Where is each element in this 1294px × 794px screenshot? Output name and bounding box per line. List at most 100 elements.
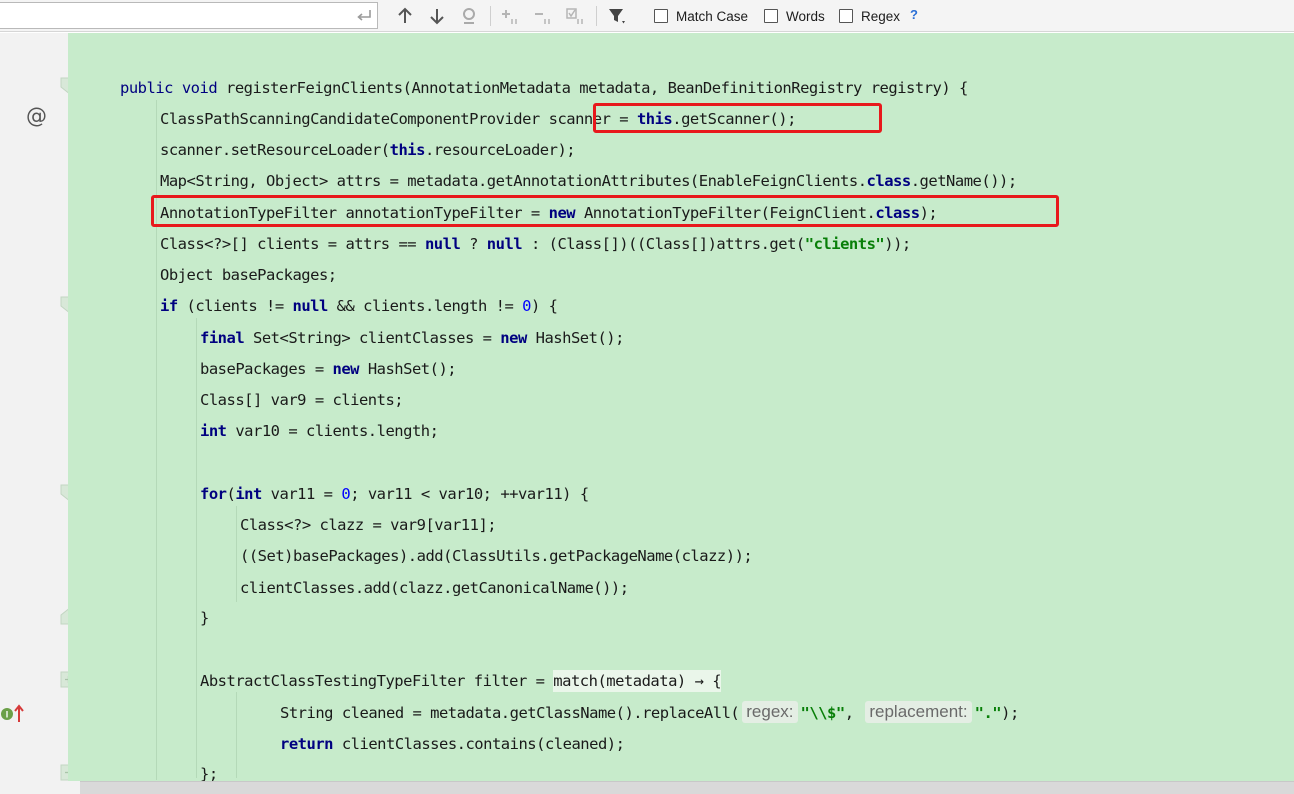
code-token: Map<String, Object> attrs = metadata.get… — [160, 172, 867, 190]
filter-icon[interactable] — [607, 6, 627, 26]
code-token: (clients != — [177, 297, 293, 315]
regex-help-link[interactable]: ? — [910, 7, 918, 22]
code-line[interactable]: int var10 = clients.length; — [200, 418, 439, 444]
select-all-occurrences-icon[interactable] — [565, 6, 585, 26]
code-line[interactable]: } — [200, 605, 209, 631]
code-token: )); — [884, 235, 911, 253]
code-token: void — [181, 79, 218, 97]
code-line[interactable]: ((Set)basePackages).add(ClassUtils.getPa… — [240, 543, 753, 569]
code-token: null — [424, 235, 461, 253]
code-line[interactable]: Class[] var9 = clients; — [200, 387, 404, 413]
code-token: ? — [460, 235, 487, 253]
words-checkbox[interactable] — [764, 9, 778, 23]
scroll-corner — [0, 781, 80, 794]
code-token: match(metadata) → { — [553, 670, 722, 692]
code-token: if — [160, 297, 178, 315]
code-token: new — [500, 329, 527, 347]
find-toolbar: Match Case Words Regex ? — [0, 0, 1294, 32]
code-token: ) { — [530, 297, 558, 315]
horizontal-scrollbar[interactable] — [80, 781, 1294, 794]
parameter-hint: regex: — [742, 701, 798, 723]
code-line[interactable]: Map<String, Object> attrs = metadata.get… — [160, 168, 1017, 194]
code-token: var11 = — [261, 485, 342, 503]
code-line[interactable]: basePackages = new HashSet(); — [200, 356, 457, 382]
code-line[interactable]: final Set<String> clientClasses = new Ha… — [200, 325, 624, 351]
code-token: .getName()); — [910, 172, 1017, 190]
match-case-checkbox[interactable] — [654, 9, 668, 23]
code-token: HashSet(); — [526, 329, 625, 347]
code-token: && clients.length != — [327, 297, 523, 315]
match-case-label: Match Case — [676, 8, 749, 24]
code-line[interactable]: Class<?>[] clients = attrs == null ? nul… — [160, 231, 911, 257]
code-token: final — [200, 329, 245, 347]
indent-guide — [236, 692, 237, 778]
regex-option[interactable]: Regex — [839, 7, 900, 25]
code-token: String cleaned = metadata.getClassName()… — [280, 704, 740, 722]
code-line[interactable]: if (clients != null && clients.length !=… — [160, 293, 558, 319]
code-line[interactable]: for(int var11 = 0; var11 < var10; ++var1… — [200, 481, 589, 507]
code-token: Class<?>[] clients = attrs == — [160, 235, 425, 253]
code-token: scanner.setResourceLoader( — [160, 141, 390, 159]
code-token: new — [332, 360, 359, 378]
code-token: "." — [974, 704, 1002, 722]
code-token: .resourceLoader); — [424, 141, 576, 159]
implements-marker-label: I — [6, 710, 9, 720]
code-token: null — [486, 235, 523, 253]
code-token: : (Class[])((Class[])attrs.get( — [522, 235, 805, 253]
code-line[interactable]: return clientClasses.contains(cleaned); — [280, 731, 625, 757]
code-token: public — [120, 79, 174, 97]
code-token: int — [235, 485, 262, 503]
code-token: } — [200, 609, 209, 627]
code-token: for — [200, 485, 227, 503]
code-token: clientClasses.add(clazz.getCanonicalName… — [240, 579, 629, 597]
code-token: "\\$" — [800, 704, 846, 722]
highlight-box-scanner — [593, 103, 882, 133]
toolbar-separator — [490, 6, 491, 26]
code-token: Object basePackages; — [160, 266, 337, 284]
code-token: ClassPathScanningCandidateComponentProvi… — [160, 110, 549, 128]
words-option[interactable]: Words — [764, 7, 825, 25]
arrow-down-icon[interactable] — [427, 6, 447, 26]
code-token: ); — [1001, 704, 1019, 722]
code-line[interactable]: Class<?> clazz = var9[var11]; — [240, 512, 497, 538]
code-token: basePackages = — [200, 360, 333, 378]
find-occurrences-icon[interactable] — [459, 6, 479, 26]
match-case-option[interactable]: Match Case — [654, 7, 748, 25]
code-token: 0 — [341, 485, 351, 503]
enter-icon[interactable] — [354, 6, 374, 24]
code-token: "clients" — [804, 235, 885, 253]
code-token: , — [844, 704, 863, 722]
code-line[interactable]: public void registerFeignClients(Annotat… — [120, 75, 968, 101]
indent-guide — [196, 318, 197, 778]
remove-selection-icon[interactable] — [533, 6, 553, 26]
code-token: null — [292, 297, 329, 315]
code-line[interactable]: scanner.setResourceLoader(this.resourceL… — [160, 137, 576, 163]
highlight-box-annotation-filter — [151, 195, 1059, 227]
parameter-hint: replacement: — [865, 701, 972, 723]
add-selection-icon[interactable] — [500, 6, 520, 26]
code-token: int — [200, 422, 227, 440]
regex-label: Regex — [861, 8, 901, 24]
override-marker-icon[interactable]: @ — [26, 104, 47, 128]
regex-checkbox[interactable] — [839, 9, 853, 23]
toolbar-separator — [596, 6, 597, 26]
implements-method-icon[interactable]: I — [0, 702, 26, 724]
code-line[interactable]: String cleaned = metadata.getClassName()… — [280, 700, 1019, 726]
code-token: AbstractClassTestingTypeFilter filter = — [200, 672, 554, 690]
code-token: Class[] var9 = clients; — [200, 391, 404, 409]
search-box[interactable] — [0, 2, 378, 29]
arrow-up-icon[interactable] — [395, 6, 415, 26]
search-input[interactable] — [0, 3, 340, 28]
code-token: class — [866, 172, 912, 190]
code-line[interactable]: Object basePackages; — [160, 262, 337, 288]
editor-gutter: @ I — [0, 33, 77, 794]
code-line[interactable]: clientClasses.add(clazz.getCanonicalName… — [240, 575, 629, 601]
code-token: var10 = clients.length; — [226, 422, 439, 440]
indent-guide — [236, 506, 237, 602]
code-token: Class<?> clazz = var9[var11]; — [240, 516, 497, 534]
code-token: this — [389, 141, 426, 159]
code-line[interactable]: AbstractClassTestingTypeFilter filter = … — [200, 668, 722, 694]
code-token: return — [280, 735, 334, 753]
words-label: Words — [786, 8, 825, 24]
